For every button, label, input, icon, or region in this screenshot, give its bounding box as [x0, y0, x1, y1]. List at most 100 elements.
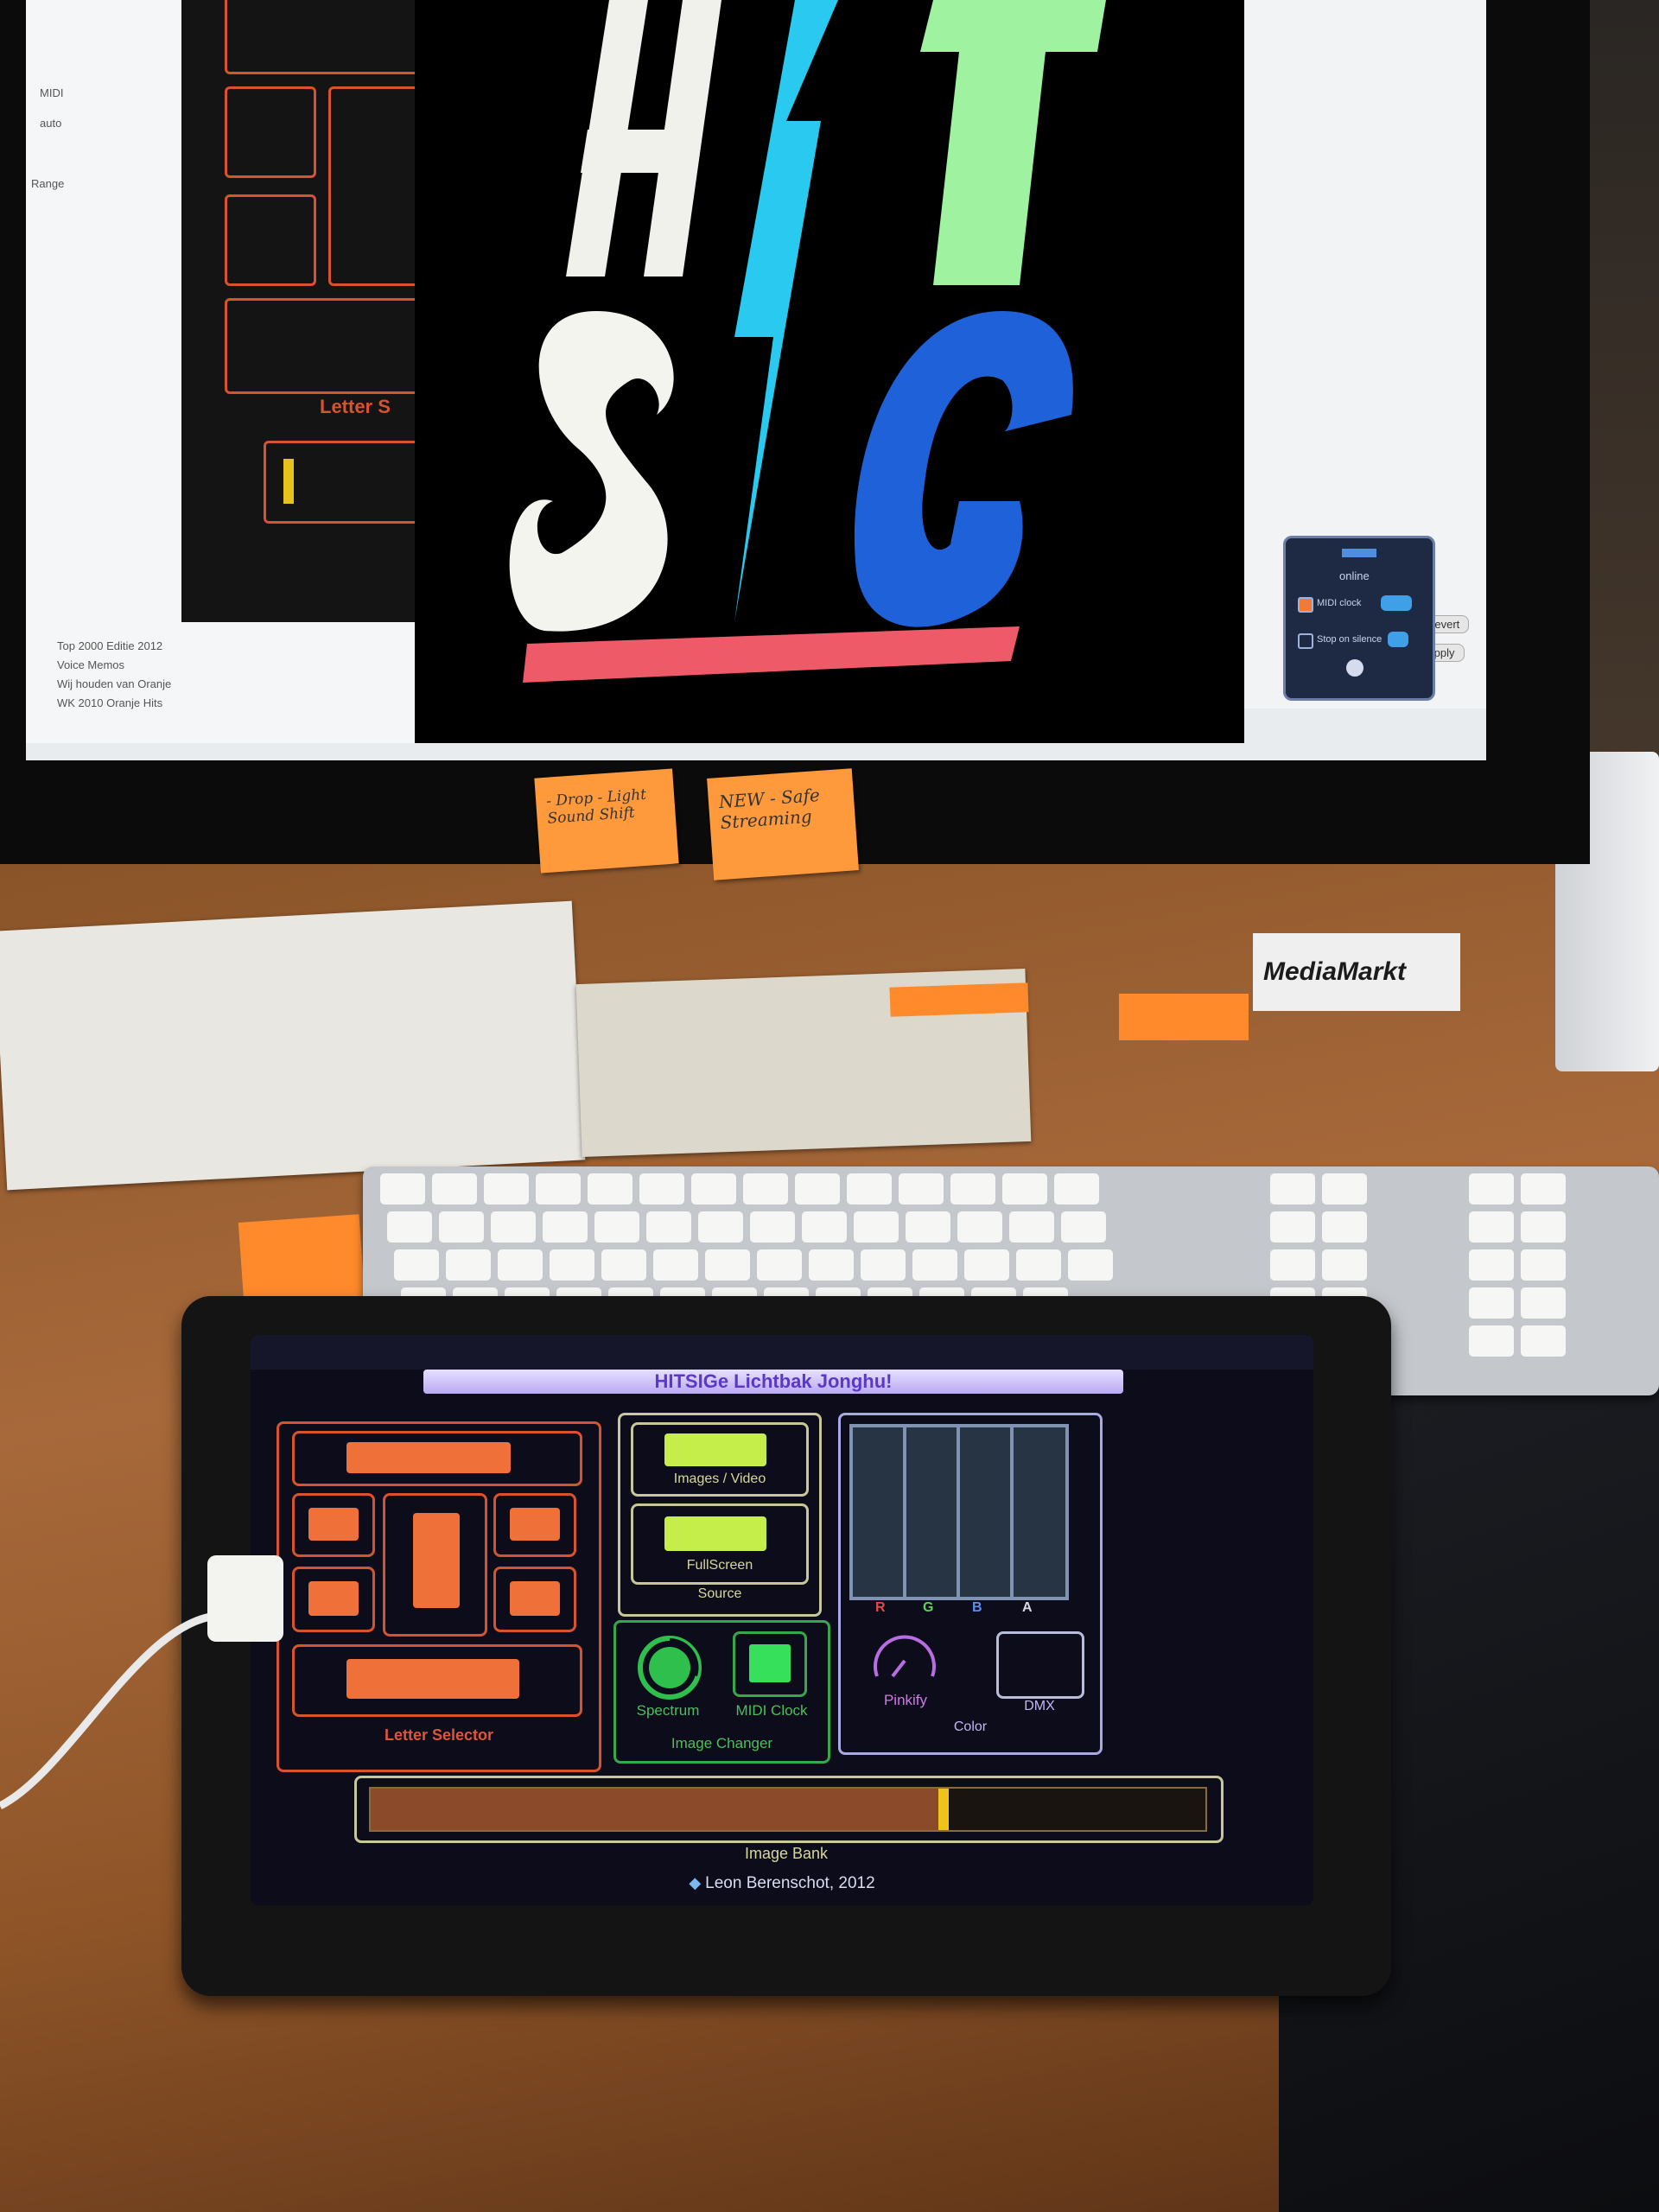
- stop-on-silence-checkbox[interactable]: [1298, 633, 1313, 649]
- numpad-key[interactable]: [1322, 1173, 1367, 1205]
- numpad-key[interactable]: [1322, 1249, 1367, 1281]
- charging-cable: [0, 1555, 283, 1810]
- image-bank-slider[interactable]: [369, 1787, 1207, 1832]
- images-video-frame: Images / Video: [631, 1422, 809, 1497]
- numpad-key[interactable]: [1521, 1325, 1566, 1357]
- keyboard-key[interactable]: [588, 1173, 632, 1205]
- keyboard-key[interactable]: [698, 1211, 743, 1243]
- image-bank-handle[interactable]: [938, 1789, 949, 1830]
- fader-a[interactable]: [1012, 1426, 1067, 1599]
- keyboard-key[interactable]: [964, 1249, 1009, 1281]
- keyboard-key[interactable]: [536, 1173, 581, 1205]
- keyboard-key[interactable]: [439, 1211, 484, 1243]
- keyboard-key[interactable]: [491, 1211, 536, 1243]
- silence-toggle[interactable]: [1388, 632, 1408, 647]
- fader-g[interactable]: [905, 1426, 958, 1599]
- bg-letter-box: [225, 194, 316, 286]
- keyboard-key[interactable]: [861, 1249, 906, 1281]
- numpad-key[interactable]: [1521, 1249, 1566, 1281]
- numpad-key[interactable]: [1521, 1287, 1566, 1319]
- keyboard-key[interactable]: [757, 1249, 802, 1281]
- dmx-button[interactable]: [996, 1631, 1084, 1699]
- keyboard-key[interactable]: [906, 1211, 950, 1243]
- numpad-key[interactable]: [1469, 1287, 1514, 1319]
- spectrum-knob[interactable]: [628, 1631, 715, 1700]
- keyboard-key[interactable]: [639, 1173, 684, 1205]
- channel-a-label: A: [1022, 1600, 1033, 1615]
- letter-t: [920, 0, 1106, 285]
- finder-menu-range[interactable]: Range: [31, 177, 64, 190]
- midi-clock-label: MIDI clock: [1317, 598, 1362, 608]
- numpad-key[interactable]: [1469, 1249, 1514, 1281]
- keyboard-key[interactable]: [1054, 1173, 1099, 1205]
- image-bank-group: [354, 1776, 1224, 1843]
- keyboard-key[interactable]: [646, 1211, 691, 1243]
- letter-center-button[interactable]: [413, 1513, 460, 1608]
- keyboard-key[interactable]: [691, 1173, 736, 1205]
- paper-document: [0, 900, 586, 1191]
- letter-bottom-button[interactable]: [346, 1659, 519, 1699]
- ipad-status-bar: [251, 1335, 1313, 1370]
- keyboard-key[interactable]: [750, 1211, 795, 1243]
- keyboard-key[interactable]: [957, 1211, 1002, 1243]
- finder-menu-auto[interactable]: auto: [40, 117, 61, 130]
- keyboard-key[interactable]: [1068, 1249, 1113, 1281]
- finder-sidebar-item[interactable]: Voice Memos: [57, 658, 124, 671]
- letter-upper-right-button[interactable]: [510, 1508, 560, 1541]
- keyboard-key[interactable]: [446, 1249, 491, 1281]
- keyboard-key[interactable]: [1009, 1211, 1054, 1243]
- keyboard-key[interactable]: [550, 1249, 594, 1281]
- numpad-key[interactable]: [1521, 1211, 1566, 1243]
- numpad-key[interactable]: [1270, 1249, 1315, 1281]
- keyboard-key[interactable]: [802, 1211, 847, 1243]
- keyboard-key[interactable]: [394, 1249, 439, 1281]
- keyboard-key[interactable]: [705, 1249, 750, 1281]
- numpad-key[interactable]: [1270, 1211, 1315, 1243]
- keyboard-key[interactable]: [594, 1211, 639, 1243]
- keyboard-key[interactable]: [653, 1249, 698, 1281]
- finder-sidebar-item[interactable]: WK 2010 Oranje Hits: [57, 696, 162, 709]
- keyboard-key[interactable]: [387, 1211, 432, 1243]
- finder-sidebar-item[interactable]: Top 2000 Editie 2012: [57, 639, 162, 652]
- keyboard-key[interactable]: [854, 1211, 899, 1243]
- midi-clock-checkbox[interactable]: [1298, 597, 1313, 613]
- sticky-note: - Drop - Light Sound Shift: [534, 768, 679, 874]
- midi-clock-button[interactable]: [749, 1644, 791, 1682]
- numpad-key[interactable]: [1521, 1173, 1566, 1205]
- pinkify-knob[interactable]: [858, 1623, 953, 1692]
- letter-top-button[interactable]: [346, 1442, 511, 1473]
- image-bank-fill: [371, 1789, 938, 1830]
- keyboard-key[interactable]: [498, 1249, 543, 1281]
- keyboard-key[interactable]: [543, 1211, 588, 1243]
- letter-upper-left-button[interactable]: [308, 1508, 359, 1541]
- keyboard-key[interactable]: [432, 1173, 477, 1205]
- keyboard-key[interactable]: [1002, 1173, 1047, 1205]
- bg-slider-handle: [283, 459, 294, 504]
- finder-sidebar-item[interactable]: Wij houden van Oranje: [57, 677, 171, 690]
- keyboard-key[interactable]: [795, 1173, 840, 1205]
- keyboard-key[interactable]: [847, 1173, 892, 1205]
- numpad-key[interactable]: [1469, 1211, 1514, 1243]
- keyboard-key[interactable]: [743, 1173, 788, 1205]
- keyboard-key[interactable]: [899, 1173, 944, 1205]
- images-video-button[interactable]: [664, 1433, 766, 1466]
- fader-b[interactable]: [958, 1426, 1012, 1599]
- keyboard-key[interactable]: [809, 1249, 854, 1281]
- keyboard-key[interactable]: [601, 1249, 646, 1281]
- keyboard-key[interactable]: [380, 1173, 425, 1205]
- tempo-knob[interactable]: [1346, 659, 1363, 677]
- numpad-key[interactable]: [1270, 1173, 1315, 1205]
- keyboard-key[interactable]: [912, 1249, 957, 1281]
- numpad-key[interactable]: [1469, 1173, 1514, 1205]
- keyboard-key[interactable]: [950, 1173, 995, 1205]
- keyboard-key[interactable]: [484, 1173, 529, 1205]
- midi-clock-toggle[interactable]: [1381, 595, 1412, 611]
- finder-menu-midi[interactable]: MIDI: [40, 86, 63, 99]
- numpad-key[interactable]: [1322, 1211, 1367, 1243]
- fader-r[interactable]: [851, 1426, 905, 1599]
- keyboard-key[interactable]: [1061, 1211, 1106, 1243]
- letter-lower-right-button[interactable]: [510, 1581, 560, 1616]
- numpad-key[interactable]: [1469, 1325, 1514, 1357]
- keyboard-key[interactable]: [1016, 1249, 1061, 1281]
- fullscreen-button[interactable]: [664, 1516, 766, 1551]
